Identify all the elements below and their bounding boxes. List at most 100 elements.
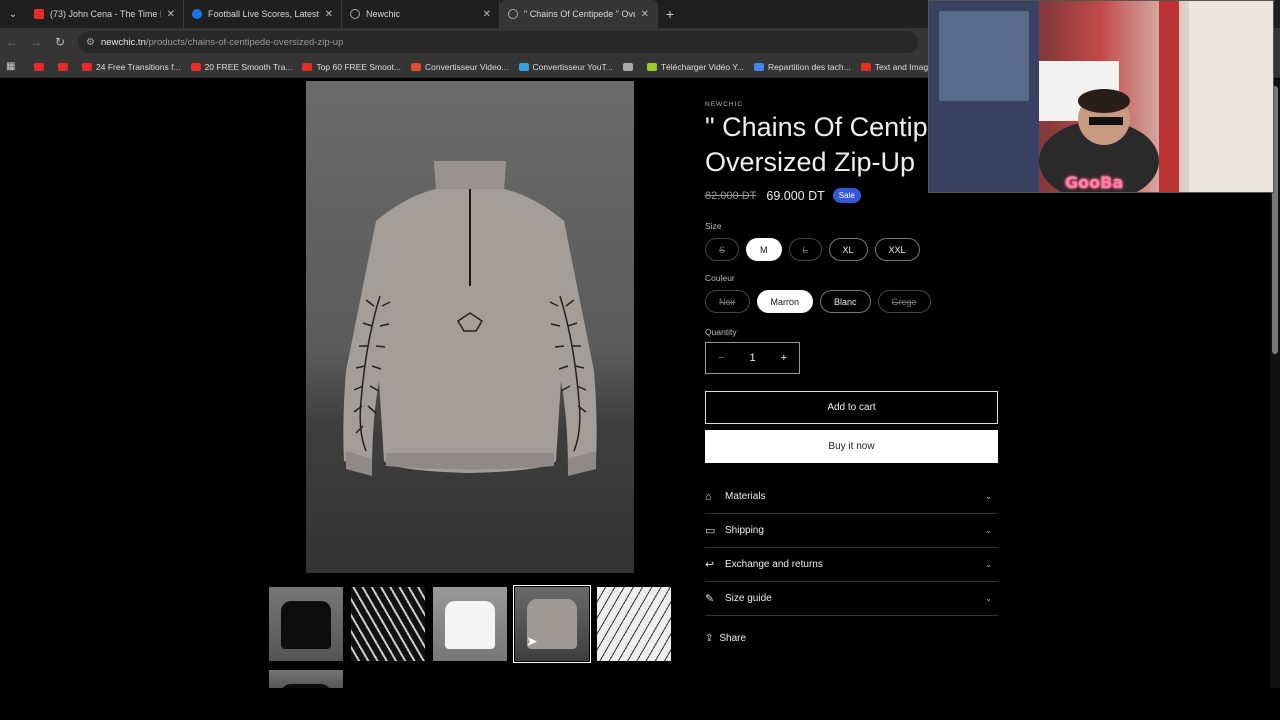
color-option[interactable]: Blanc bbox=[820, 290, 871, 313]
size-option[interactable]: S bbox=[705, 238, 740, 261]
bookmark-item[interactable]: 20 FREE Smooth Tra... bbox=[190, 61, 293, 72]
size-option[interactable]: L bbox=[788, 238, 822, 261]
bookmark-favicon-icon bbox=[860, 62, 871, 71]
bookmark-item[interactable] bbox=[34, 62, 48, 71]
bookmark-favicon-icon bbox=[622, 62, 633, 71]
mouse-cursor-icon: ➤ bbox=[526, 633, 538, 649]
accordion-shipping[interactable]: ▭ Shipping ⌄ bbox=[705, 514, 998, 548]
close-tab-icon[interactable]: ✕ bbox=[167, 9, 175, 20]
tab-list-icon[interactable]: ⌄ bbox=[0, 0, 26, 28]
bookmark-item[interactable]: Télécharger Vidéo Y... bbox=[646, 62, 744, 72]
thumbnail-black-back[interactable] bbox=[269, 670, 343, 688]
globe-icon bbox=[350, 9, 360, 19]
color-options: Noir Marron Blanc Grege bbox=[705, 290, 938, 313]
new-tab-button[interactable]: + bbox=[658, 6, 682, 22]
accordion-label: Materials bbox=[725, 491, 766, 502]
quantity-input[interactable]: 1 bbox=[749, 352, 755, 364]
chevron-down-icon: ⌄ bbox=[985, 560, 992, 569]
tab-john-cena[interactable]: (73) John Cena - The Time Is N ✕ bbox=[26, 0, 184, 28]
quantity-stepper: − 1 + bbox=[705, 342, 800, 374]
sweatshirt-illustration bbox=[343, 161, 597, 476]
thumbnail-garment bbox=[281, 684, 331, 688]
thumbnail-white-front[interactable] bbox=[433, 587, 507, 661]
url-input[interactable]: ⚙ newchic.tn/products/chains-of-centiped… bbox=[78, 31, 918, 53]
accordion-label: Size guide bbox=[725, 593, 772, 604]
size-option[interactable]: XXL bbox=[874, 238, 920, 261]
thumbnail-black-sleeve-detail[interactable] bbox=[351, 587, 425, 661]
close-tab-icon[interactable]: ✕ bbox=[325, 9, 333, 20]
site-info-icon[interactable]: ⚙ bbox=[86, 37, 95, 48]
bookmark-item[interactable]: 24 Free Transitions f... bbox=[82, 62, 181, 72]
main-product-image[interactable] bbox=[306, 81, 634, 573]
price-row: 82.000 DT 69.000 DT Sale bbox=[705, 188, 861, 203]
chevron-down-icon: ⌄ bbox=[985, 492, 992, 501]
share-icon: ⇪ bbox=[705, 633, 714, 644]
tab-title: Football Live Scores, Latest Foo bbox=[208, 9, 319, 19]
back-arrow-icon[interactable]: ← bbox=[0, 35, 24, 49]
tab-newchic[interactable]: Newchic ✕ bbox=[342, 0, 500, 28]
bookmark-item[interactable]: Repartition des tach... bbox=[754, 62, 851, 72]
thumbnail-white-sleeve-detail[interactable] bbox=[597, 587, 671, 661]
size-options: S M L XL XXL bbox=[705, 238, 927, 261]
thumbnail-black-front[interactable] bbox=[269, 587, 343, 661]
bookmark-favicon-icon bbox=[58, 62, 68, 71]
bookmark-favicon-icon bbox=[518, 62, 529, 71]
accordion-exchange-and-returns[interactable]: ↩ Exchange and returns ⌄ bbox=[705, 548, 998, 582]
close-tab-icon[interactable]: ✕ bbox=[483, 9, 491, 20]
apps-grid-icon[interactable]: ▦ bbox=[6, 61, 22, 72]
bookmark-favicon-icon bbox=[190, 62, 201, 71]
accordion-label: Exchange and returns bbox=[725, 559, 823, 570]
bookmark-item[interactable]: Convertisseur Video... bbox=[411, 61, 509, 72]
thumbnail-garment bbox=[445, 601, 495, 649]
add-to-cart-button[interactable]: Add to cart bbox=[705, 391, 998, 424]
color-option[interactable]: Marron bbox=[756, 290, 814, 313]
color-label: Couleur bbox=[705, 273, 735, 283]
decrease-quantity-button[interactable]: − bbox=[718, 352, 724, 364]
ruler-icon: ✎ bbox=[705, 593, 715, 605]
sale-badge: Sale bbox=[832, 188, 861, 203]
globe-icon bbox=[508, 9, 518, 19]
bookmark-item[interactable] bbox=[622, 62, 637, 71]
accordion-materials[interactable]: ⌂ Materials ⌄ bbox=[705, 480, 998, 514]
accordion-label: Shipping bbox=[725, 525, 764, 536]
thumbnail-garment bbox=[281, 601, 331, 649]
chevron-down-icon: ⌄ bbox=[985, 526, 992, 535]
size-option[interactable]: XL bbox=[828, 238, 868, 261]
size-option[interactable]: M bbox=[746, 238, 782, 261]
share-button[interactable]: ⇪ Share bbox=[705, 633, 746, 644]
sale-price: 69.000 DT bbox=[766, 188, 825, 203]
return-icon: ↩ bbox=[705, 559, 715, 571]
bookmark-favicon-icon bbox=[646, 62, 657, 71]
bookmark-item[interactable] bbox=[58, 62, 72, 71]
webcam-scene bbox=[929, 1, 1273, 192]
reload-icon[interactable]: ↻ bbox=[48, 35, 72, 49]
size-label: Size bbox=[705, 221, 722, 231]
tab-football[interactable]: Football Live Scores, Latest Foo ✕ bbox=[184, 0, 342, 28]
close-tab-icon[interactable]: ✕ bbox=[641, 9, 649, 20]
tab-title: Newchic bbox=[366, 9, 401, 19]
tab-title: " Chains Of Centipede " Oversiz bbox=[524, 9, 635, 19]
accordion-size-guide[interactable]: ✎ Size guide ⌄ bbox=[705, 582, 998, 616]
bookmark-label: 20 FREE Smooth Tra... bbox=[204, 61, 293, 72]
site-icon bbox=[192, 9, 202, 19]
bookmark-favicon-icon bbox=[302, 62, 313, 71]
bookmark-item[interactable]: Convertisseur YouT... bbox=[518, 62, 613, 72]
increase-quantity-button[interactable]: + bbox=[781, 352, 787, 364]
tab-title: (73) John Cena - The Time Is N bbox=[50, 9, 161, 19]
color-option[interactable]: Grege bbox=[877, 290, 931, 313]
youtube-icon bbox=[34, 9, 44, 19]
bookmark-label: Top 60 FREE Smoot... bbox=[316, 61, 402, 72]
bookmark-favicon-icon bbox=[34, 62, 44, 71]
color-option[interactable]: Noir bbox=[705, 290, 750, 313]
bookmark-favicon-icon bbox=[411, 62, 422, 71]
forward-arrow-icon[interactable]: → bbox=[24, 35, 48, 49]
share-label: Share bbox=[719, 633, 747, 644]
hanger-icon: ⌂ bbox=[705, 490, 712, 503]
bookmark-item[interactable]: Top 60 FREE Smoot... bbox=[302, 62, 401, 72]
bookmark-label: 24 Free Transitions f... bbox=[96, 61, 181, 72]
tab-product-active[interactable]: " Chains Of Centipede " Oversiz ✕ bbox=[500, 0, 658, 28]
bookmark-favicon-icon bbox=[82, 62, 92, 71]
bookmark-label: Convertisseur Video... bbox=[425, 61, 509, 72]
url-host: newchic.tn bbox=[100, 36, 146, 48]
buy-it-now-button[interactable]: Buy it now bbox=[705, 430, 998, 463]
